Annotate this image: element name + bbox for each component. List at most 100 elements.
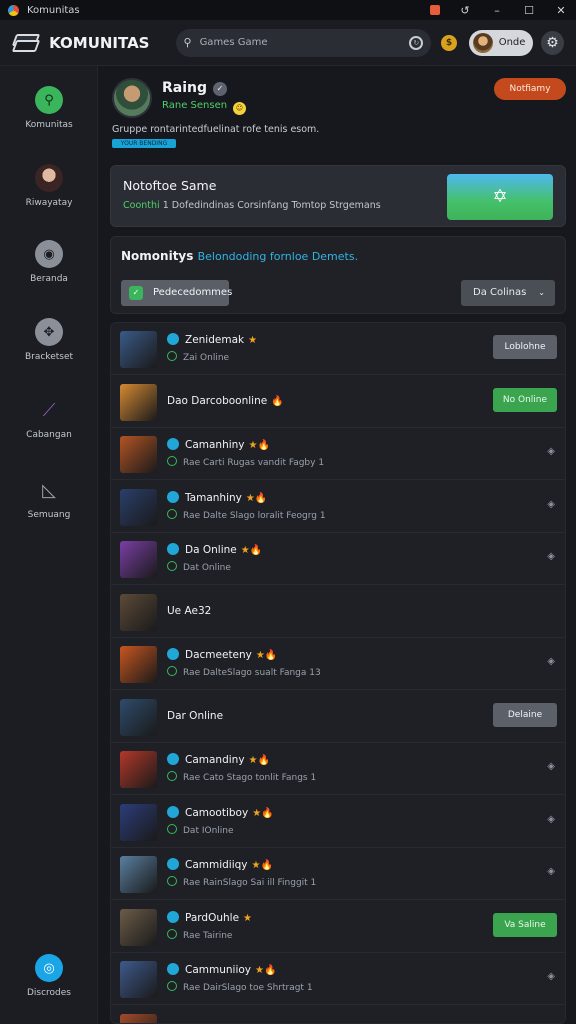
game-art-thumbnail (120, 803, 157, 841)
search-bar[interactable]: ⚲ Games Game ↻ (175, 28, 432, 57)
group-icon (167, 753, 179, 765)
list-item[interactable]: Ue Ae32 (111, 586, 565, 638)
community-action-button[interactable]: ✓ Pedecedommes (121, 280, 232, 306)
sidebar-item-komunitas[interactable]: ⚲ Komunitas (0, 86, 98, 130)
list-item[interactable]: Camandiny ★🔥 Rae Cato Stago tonlit Fangs 1… (111, 743, 565, 795)
user-menu[interactable]: Onde (468, 29, 533, 56)
close-button[interactable]: ✕ (554, 4, 568, 17)
star-icon: ✡ (492, 186, 508, 207)
game-art-thumbnail (120, 488, 157, 526)
list-item[interactable]: Dar Online Delaine (111, 691, 565, 743)
notification-action-button[interactable]: ✡ (447, 174, 553, 220)
list-item[interactable]: Dacmeeteny ★🔥 Rae DalteSlago sualt Fanga 1… (111, 638, 565, 690)
sidebar-item-beranda[interactable]: ◉ Beranda (0, 240, 98, 284)
komunitas-logo-icon[interactable] (11, 32, 41, 54)
history-icon[interactable]: ↺ (458, 4, 472, 17)
badge-icon: ★🔥 (240, 545, 263, 556)
game-art-thumbnail (120, 961, 157, 998)
game-art-thumbnail (120, 751, 157, 788)
list-item-subtitle: Zai Online (167, 351, 229, 363)
status-icon (167, 666, 177, 676)
list-item[interactable]: Camootiboy ★🔥 Dat IOnline ◈ (111, 796, 565, 848)
verified-icon: ✓ (213, 82, 228, 96)
list-item[interactable]: Dao Darcoboonline 🔥 No Online (111, 376, 565, 428)
list-item-subtitle: Rae RainSlago Sai ill Finggit 1 (167, 876, 316, 888)
list-item-subtitle: Rae Cato Stago tonlit Fangs 1 (167, 771, 316, 783)
status-icon (167, 771, 177, 781)
community-title: Nomonitys Belondoding fornloe Demets. (121, 249, 359, 263)
maximize-button[interactable]: ☐ (522, 4, 536, 17)
game-art-thumbnail (120, 1013, 157, 1023)
more-options-icon[interactable]: ◈ (547, 446, 555, 457)
row-action-button[interactable]: Delaine (493, 702, 557, 727)
game-art-thumbnail (120, 436, 157, 473)
status-icon (167, 981, 177, 991)
group-icon (167, 963, 179, 975)
badge-icon: ★🔥 (248, 440, 270, 451)
badge-icon: ★🔥 (248, 755, 270, 766)
status-icon (167, 456, 177, 466)
emoji-icon: ☺ (233, 102, 247, 115)
community-select[interactable]: Da Colinas ⌄ (461, 280, 555, 306)
game-art-thumbnail (120, 856, 157, 893)
list-item[interactable]: Tamanhiny ★🔥 Rae Dalte Slago loralit Feogr… (111, 481, 565, 533)
bookmark-icon: ◺ (42, 479, 56, 501)
avatar[interactable] (112, 78, 152, 118)
status-icon (167, 928, 177, 939)
minimize-button[interactable]: – (490, 4, 504, 17)
group-icon (167, 333, 179, 345)
more-options-icon[interactable]: ◈ (547, 499, 555, 510)
list-item-title: Dar Online (167, 709, 224, 722)
status-icon (167, 876, 177, 886)
search-input[interactable]: Games Game (200, 37, 268, 48)
list-item[interactable]: Da Online ★🔥 Dat Online ◈ (111, 533, 565, 585)
list-item[interactable]: Camanhiny ★🔥 Rae Carti Rugas vandit Fagby … (111, 428, 565, 480)
list-item-subtitle: Dat IOnline (167, 823, 234, 836)
list-item[interactable]: Cammuniioy ★🔥 Rae DairSlago toe Shrtragt 1… (111, 953, 565, 1005)
notify-button[interactable]: Notfiamy (494, 78, 566, 100)
more-options-icon[interactable]: ◈ (547, 814, 555, 825)
notification-title: Notoftoe Same (123, 178, 217, 193)
grid-icon: ✥ (35, 318, 63, 346)
group-icon (167, 805, 179, 818)
gear-icon[interactable]: ⚙ (540, 30, 564, 55)
app-logo-icon (8, 4, 19, 16)
community-list: Zenidemak ★ Zai Online Loblohne Dao Darcoboo… (110, 322, 566, 1024)
game-art-thumbnail (120, 331, 157, 368)
list-item-subtitle: Rae DairSlago toe Shrtragt 1 (167, 981, 313, 993)
list-item-title: Cammuniioy ★🔥 (167, 963, 276, 976)
chevron-down-icon: ⌄ (538, 288, 545, 297)
profile-name: Raing ✓ (162, 80, 228, 96)
sidebar-item-bracket[interactable]: ✥ Bracketset (0, 318, 98, 362)
more-options-icon[interactable]: ◈ (547, 551, 555, 562)
group-icon (167, 543, 179, 555)
list-item[interactable]: Bamamthoy★🔥 (111, 1006, 565, 1023)
sidebar-item-discrodes[interactable]: ◎ Discrodes (0, 954, 98, 998)
group-icon (167, 648, 179, 660)
sidebar-item-semuang[interactable]: ◺ Semuang (0, 476, 98, 521)
more-options-icon[interactable]: ◈ (547, 761, 555, 772)
row-action-button[interactable]: Va Saline (493, 912, 557, 937)
list-item[interactable]: PardOuhle ★ Rae Tairine Va Saline (111, 901, 565, 953)
list-item-title: Ue Ae32 (167, 604, 212, 617)
more-options-icon[interactable]: ◈ (547, 656, 555, 667)
list-item-title: Tamanhiny ★🔥 (167, 490, 267, 504)
more-options-icon[interactable]: ◈ (547, 866, 555, 877)
refresh-icon[interactable]: ↻ (409, 35, 424, 50)
list-item[interactable]: Zenidemak ★ Zai Online Loblohne (111, 323, 565, 375)
sidebar-item-label: Riwayatay (25, 198, 73, 208)
top-bar: KOMUNITAS ⚲ Games Game ↻ $ Onde ⚙ (0, 20, 576, 66)
sidebar-item-cabangan[interactable]: ⟋ Cabangan (0, 396, 98, 441)
more-options-icon[interactable]: ◈ (547, 971, 555, 982)
row-action-button[interactable]: No Online (493, 387, 557, 412)
row-action-button[interactable]: Loblohne (493, 335, 557, 359)
badge-icon: ★🔥 (255, 650, 278, 661)
list-item[interactable]: Cammidiiqy ★🔥 Rae RainSlago Sai ill Finggi… (111, 848, 565, 900)
check-icon: ✓ (129, 286, 143, 300)
profile-bio: Gruppe rontarintedfuelinat rofe tenis es… (112, 124, 320, 135)
sidebar-item-riwayat[interactable]: Riwayatay (0, 164, 98, 208)
notification-icon[interactable] (430, 5, 440, 15)
user-name: Onde (498, 37, 526, 48)
coin-icon[interactable]: $ (441, 34, 457, 51)
list-item-title: Camandiny ★🔥 (167, 753, 270, 766)
